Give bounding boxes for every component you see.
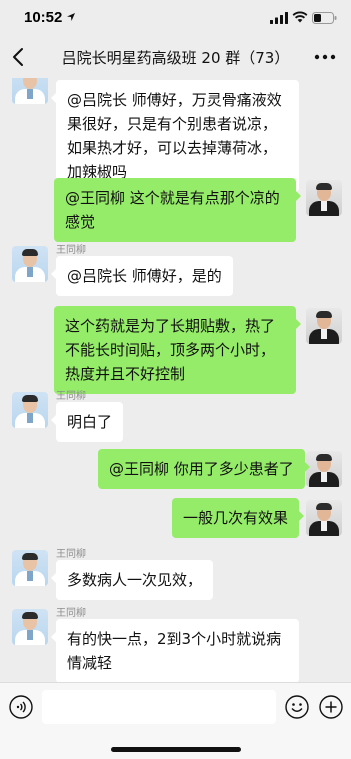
incoming-message-bubble[interactable]: 有的快一点，2到3个小时就说病情减轻: [51, 619, 299, 682]
incoming-message-bubble[interactable]: @吕院长 师傅好，万灵骨痛液效果很好，只是有个别患者说凉，如果热才好，可以去掉薄…: [51, 80, 299, 192]
avatar[interactable]: [12, 550, 48, 586]
cellular-signal-icon: [270, 12, 288, 24]
sender-name: 王同柳: [56, 549, 86, 560]
avatar[interactable]: [12, 392, 48, 428]
avatar[interactable]: [12, 609, 48, 645]
sender-name: 王同柳: [56, 245, 86, 256]
voice-icon[interactable]: [9, 695, 33, 719]
avatar[interactable]: [12, 246, 48, 282]
outgoing-message-bubble[interactable]: @王同柳 这个就是有点那个凉的感觉: [54, 178, 301, 242]
avatar[interactable]: [306, 500, 342, 536]
avatar[interactable]: [306, 451, 342, 487]
status-bar: 10:52: [0, 0, 351, 36]
sender-name: 王同柳: [56, 608, 86, 619]
outgoing-message-bubble[interactable]: 一般几次有效果: [172, 498, 305, 538]
plus-icon[interactable]: [319, 695, 343, 719]
input-bar: [0, 682, 351, 759]
avatar[interactable]: [306, 180, 342, 216]
sender-name: 王同柳: [56, 391, 86, 402]
message-input[interactable]: [42, 690, 276, 724]
chat-title: 吕院长明星药高级班 20 群（73）: [61, 49, 290, 67]
chat-messages[interactable]: @吕院长 师傅好，万灵骨痛液效果很好，只是有个别患者说凉，如果热才好，可以去掉薄…: [0, 78, 351, 682]
status-time: 10:52: [24, 9, 63, 26]
outgoing-message-bubble[interactable]: 这个药就是为了长期贴敷，热了不能长时间贴，顶多两个小时，热度并且不好控制: [54, 306, 301, 394]
more-dots-icon[interactable]: [314, 54, 336, 60]
back-chevron-icon[interactable]: [10, 47, 28, 67]
home-indicator: [111, 747, 241, 752]
wifi-icon: [292, 11, 308, 23]
battery-icon: [312, 12, 337, 24]
avatar[interactable]: [12, 78, 48, 104]
avatar[interactable]: [306, 308, 342, 344]
location-arrow-icon: [67, 13, 75, 21]
incoming-message-bubble[interactable]: 明白了: [50, 402, 124, 442]
emoji-icon[interactable]: [285, 695, 309, 719]
incoming-message-bubble[interactable]: 多数病人一次见效，: [50, 560, 214, 600]
incoming-message-bubble[interactable]: @吕院长 师傅好，是的: [51, 256, 233, 296]
nav-bar: 吕院长明星药高级班 20 群（73）: [0, 36, 351, 78]
outgoing-message-bubble[interactable]: @王同柳 你用了多少患者了: [98, 449, 310, 489]
